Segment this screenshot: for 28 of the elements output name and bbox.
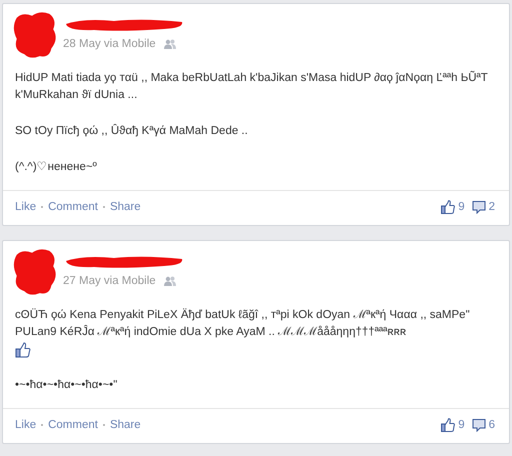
comment-icon[interactable] [472,200,486,214]
post-date[interactable]: 27 May via Mobile [63,275,156,287]
separator-dot [102,424,105,426]
friends-icon [164,276,176,286]
post-text: (^.^)♡ненене~º [15,160,98,175]
comment-count[interactable]: 6 [488,419,495,431]
action-link[interactable]: Share [110,201,141,213]
action-link[interactable]: Like [15,201,36,213]
post-text: •~•ћα•~•ћα•~•ћα•~•" [15,378,118,393]
action-link[interactable]: Like [15,419,36,431]
comment-icon[interactable] [472,418,486,432]
separator-dot [41,424,44,426]
like-count[interactable]: 9 [458,201,465,213]
thumbs-up-icon[interactable] [441,418,456,432]
post-text: cʘÜЋ ϙώ Kena Penyakit PiLeX Äђď batUk ℓãğî ,, тªpi kOk dOyan ℳªкªή Чααα ,, saMPe" PULan9 KéRĴα ℳªкªή indOmie dUa X pke AyaM .. ℳℳℳåååηηη†††ªªªʀʀʀ [15,307,471,340]
post-text: SO tOy Пïcђ ϙώ ,, Ûϑαђ Kªγά MaMah Dede .. [15,123,249,139]
thumbs-up-icon[interactable] [441,200,456,214]
friends-icon [164,39,176,49]
post-text: HidUP Mati tiada уϙ тαü ,, Maka beRbUatLah k'baJikan s'Masa hidUP ∂αϙ ĵαΝϙαη Ľªªh ЬŨªΤ k'MuRkahan ϑï dUnia ... [15,70,489,103]
separator-dot [41,206,44,208]
separator-dot [102,206,105,208]
thumbs-up-icon [15,342,31,358]
like-count[interactable]: 9 [458,419,465,431]
comment-count[interactable]: 2 [488,201,495,213]
action-link[interactable]: Share [110,419,141,431]
action-link[interactable]: Comment [48,419,98,431]
post-date[interactable]: 28 May via Mobile [63,38,156,50]
action-link[interactable]: Comment [48,201,98,213]
